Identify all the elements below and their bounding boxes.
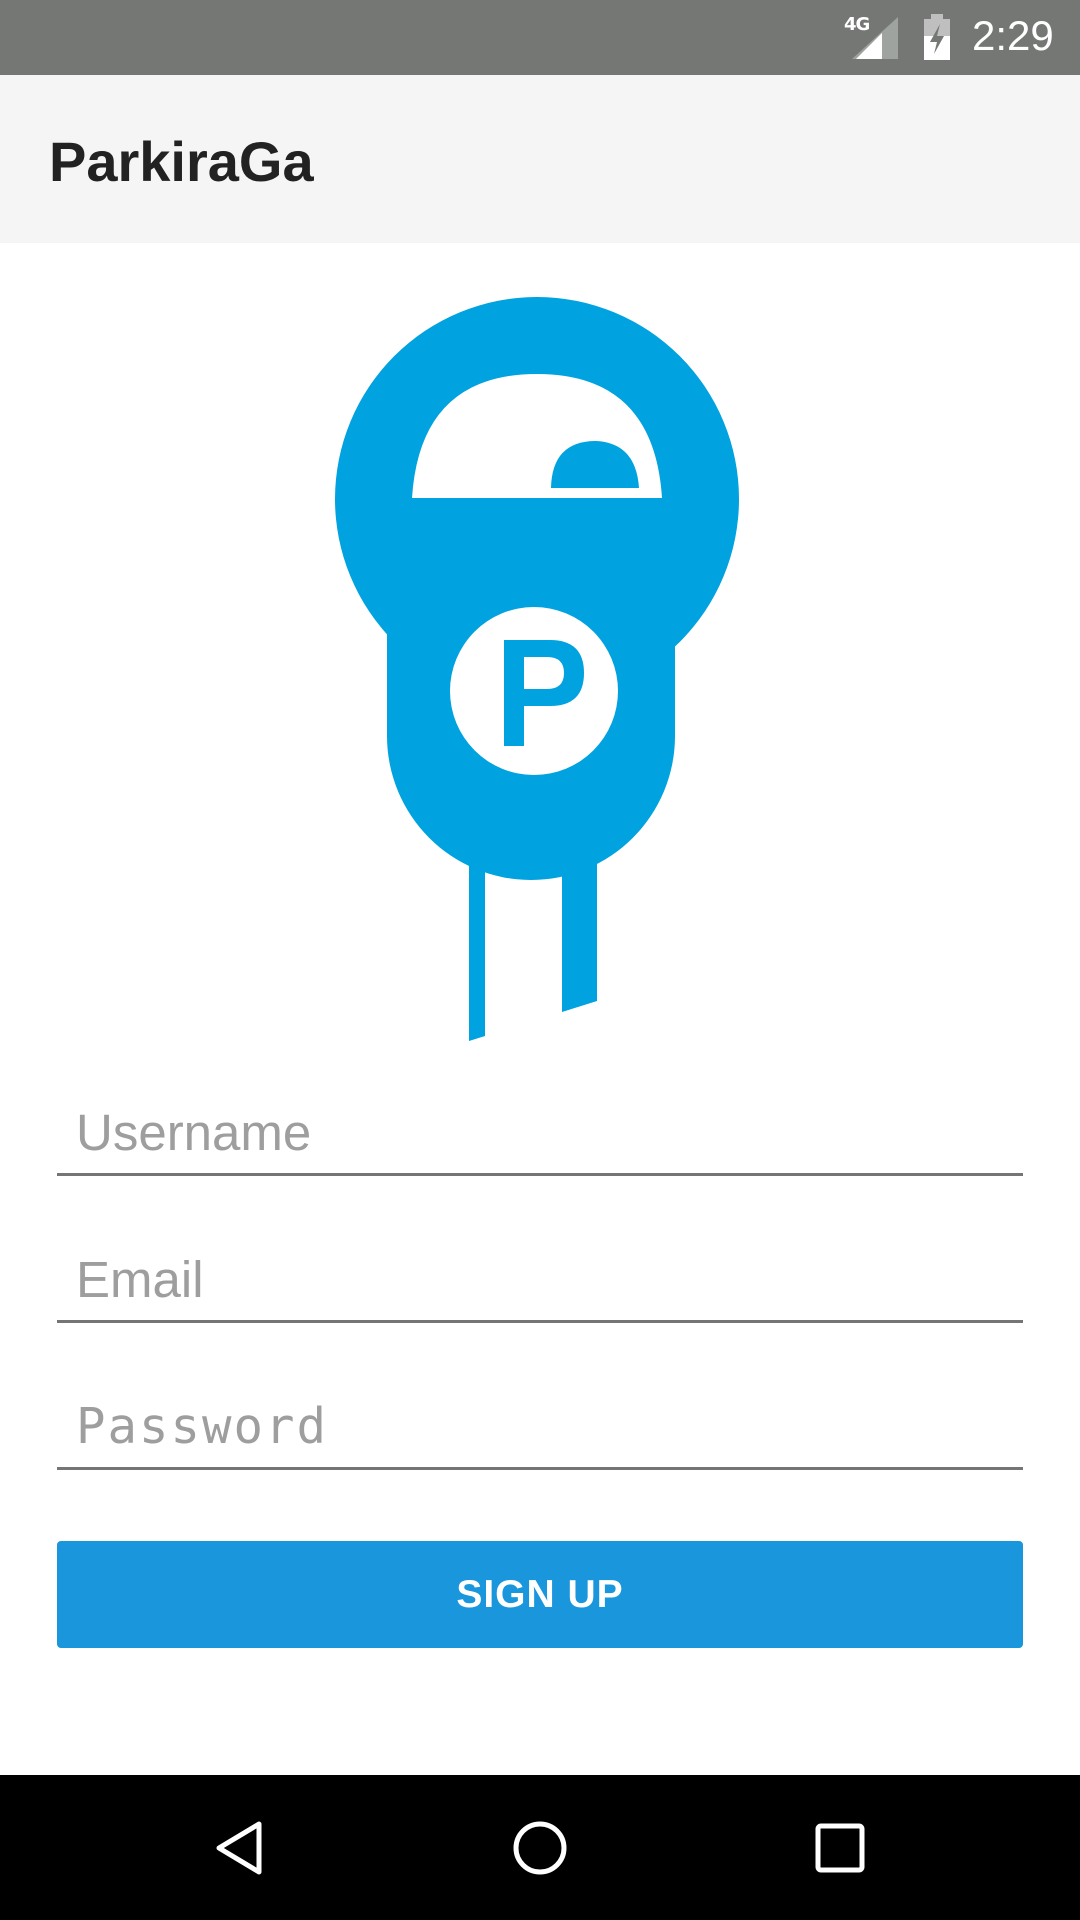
home-circle-icon bbox=[513, 1821, 567, 1874]
clock: 2:29 bbox=[972, 12, 1054, 59]
app-title: ParkiraGa bbox=[49, 130, 314, 193]
email-input[interactable] bbox=[76, 1246, 1006, 1312]
signup-screen: 4G 2:29 ParkiraGa Username Email SIGN UP bbox=[0, 0, 1080, 1920]
app-bar: ParkiraGa bbox=[0, 75, 1080, 243]
back-triangle-icon bbox=[216, 1821, 262, 1874]
username-field bbox=[57, 1083, 1023, 1176]
home-button[interactable] bbox=[465, 1775, 615, 1920]
recents-square-icon bbox=[815, 1823, 865, 1872]
parking-meter-icon bbox=[335, 297, 739, 1041]
status-bar: 4G 2:29 bbox=[0, 0, 1080, 75]
recents-button[interactable] bbox=[765, 1775, 915, 1920]
navigation-bar bbox=[0, 1775, 1080, 1920]
username-input[interactable] bbox=[76, 1099, 1006, 1165]
password-input[interactable] bbox=[76, 1393, 1006, 1459]
back-button[interactable] bbox=[166, 1775, 316, 1920]
sign-up-button[interactable]: SIGN UP bbox=[57, 1541, 1023, 1648]
battery-charging-icon bbox=[924, 14, 950, 60]
email-field bbox=[57, 1230, 1023, 1323]
password-field bbox=[57, 1377, 1023, 1470]
cell-signal-icon bbox=[852, 17, 898, 59]
